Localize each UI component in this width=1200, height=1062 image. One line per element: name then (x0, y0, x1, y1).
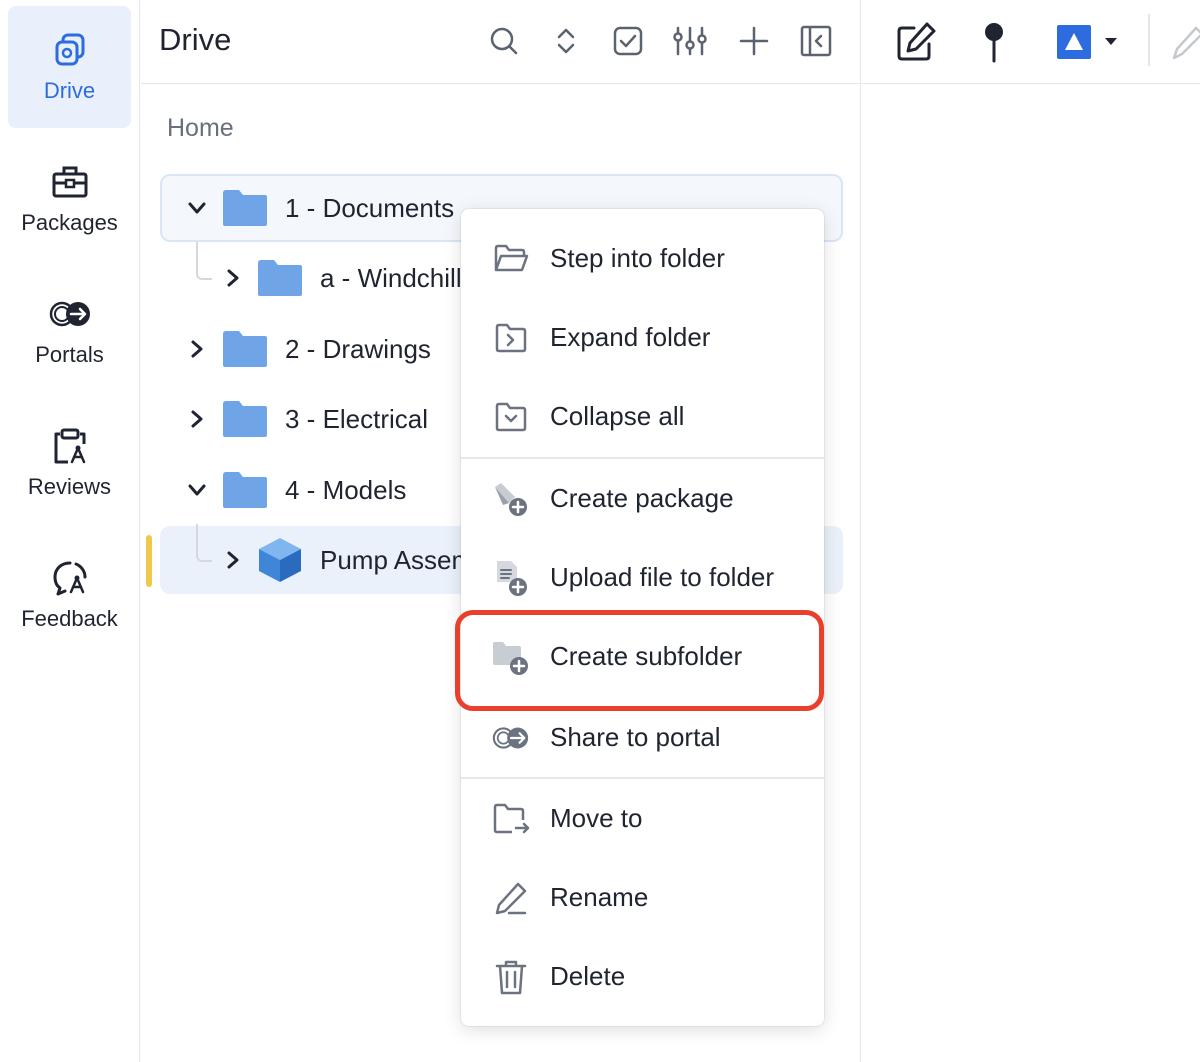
feedback-icon (50, 558, 90, 598)
menu-item-upload-file[interactable]: Upload file to folder (461, 538, 824, 617)
menu-item-collapse-all[interactable]: Collapse all (461, 377, 824, 456)
tree-row-label: a - Windchill (320, 263, 462, 293)
portal-icon (45, 294, 95, 334)
plus-icon (738, 25, 770, 57)
menu-item-label: Collapse all (550, 401, 685, 431)
create-subfolder-icon (491, 637, 531, 677)
chevron-right-icon[interactable] (219, 546, 247, 574)
menu-item-label: Upload file to folder (550, 562, 775, 592)
chevron-down-icon[interactable] (183, 476, 211, 504)
assembly-cube-icon (257, 536, 303, 584)
rail-label-portals: Portals (35, 342, 104, 367)
rename-icon (491, 878, 531, 918)
folder-expand-icon (491, 318, 531, 358)
chevron-down-icon[interactable] (183, 194, 211, 222)
expand-collapse-button[interactable] (545, 20, 587, 62)
shape-color-picker[interactable] (1054, 22, 1122, 62)
clipboard-compass-icon (50, 426, 90, 466)
pin-icon (982, 21, 1006, 63)
pin-button[interactable] (974, 18, 1014, 66)
chevron-right-icon[interactable] (183, 405, 211, 433)
rail-item-portals[interactable]: Portals (8, 270, 131, 392)
folder-icon (256, 258, 304, 298)
folder-icon (221, 470, 269, 510)
filter-button[interactable] (669, 20, 711, 62)
context-menu: Step into folder Expand folder Collapse … (461, 209, 824, 1026)
chevron-right-icon[interactable] (219, 264, 247, 292)
rail-label-packages: Packages (21, 210, 118, 235)
shape-color-picker-icon (1055, 24, 1121, 60)
viewer-toolbar (862, 0, 1200, 84)
menu-item-create-package[interactable]: Create package (461, 459, 824, 538)
toolbar-divider (1148, 14, 1150, 66)
tree-row-label: 1 - Documents (285, 193, 455, 223)
pen-button[interactable] (1168, 18, 1200, 66)
chevron-right-icon[interactable] (183, 335, 211, 363)
menu-item-share-portal[interactable]: Share to portal (461, 698, 824, 777)
tree-row-label: 2 - Drawings (285, 334, 431, 364)
rail-label-drive: Drive (43, 78, 96, 103)
menu-item-label: Create subfolder (550, 641, 743, 671)
page-title: Drive (159, 22, 232, 57)
checkbox-icon (612, 25, 644, 57)
folder-open-icon (491, 239, 531, 279)
search-icon (488, 25, 520, 57)
menu-item-label: Rename (550, 882, 649, 912)
menu-item-create-subfolder[interactable]: Create subfolder (461, 617, 824, 696)
briefcase-icon (50, 162, 90, 202)
rail-item-packages[interactable]: Packages (8, 138, 131, 260)
tree-row-label: 3 - Electrical (285, 404, 429, 434)
upload-file-icon (491, 558, 531, 598)
menu-item-label: Delete (550, 961, 626, 991)
menu-item-step-into-folder[interactable]: Step into folder (461, 219, 824, 298)
select-button[interactable] (607, 20, 649, 62)
menu-item-label: Expand folder (550, 322, 711, 352)
menu-item-label: Create package (550, 483, 734, 513)
edit-icon (894, 20, 938, 64)
collapse-panel-icon (800, 25, 832, 57)
create-package-icon (491, 479, 531, 519)
drive-icon (50, 30, 90, 70)
pen-icon (1168, 20, 1200, 64)
tree-row-label: 4 - Models (285, 475, 407, 505)
rail-label-reviews: Reviews (27, 474, 112, 499)
menu-item-label: Move to (550, 803, 643, 833)
rail-label-feedback: Feedback (21, 606, 118, 631)
rail-item-reviews[interactable]: Reviews (8, 402, 131, 524)
panel-header: Drive (141, 0, 861, 84)
rail-item-drive[interactable]: Drive (8, 6, 131, 128)
menu-item-label: Step into folder (550, 243, 725, 273)
expand-collapse-icon (550, 25, 582, 57)
trash-icon (491, 957, 531, 997)
menu-item-rename[interactable]: Rename (461, 858, 824, 937)
folder-collapse-icon (491, 397, 531, 437)
menu-item-delete[interactable]: Delete (461, 937, 824, 1016)
add-button[interactable] (733, 20, 775, 62)
nav-rail: Drive Packages Portals Reviews Feedback (0, 0, 140, 1062)
folder-icon (221, 188, 269, 228)
collapse-panel-button[interactable] (795, 20, 837, 62)
move-to-icon (491, 799, 531, 839)
share-portal-icon (491, 718, 531, 758)
menu-item-expand-folder[interactable]: Expand folder (461, 298, 824, 377)
menu-item-move-to[interactable]: Move to (461, 779, 824, 858)
folder-icon (221, 399, 269, 439)
sliders-icon (672, 25, 708, 57)
search-button[interactable] (483, 20, 525, 62)
folder-icon (221, 329, 269, 369)
rail-item-feedback[interactable]: Feedback (8, 534, 131, 656)
breadcrumb[interactable]: Home (167, 114, 234, 143)
menu-item-label: Share to portal (550, 722, 721, 752)
edit-button[interactable] (892, 18, 940, 66)
